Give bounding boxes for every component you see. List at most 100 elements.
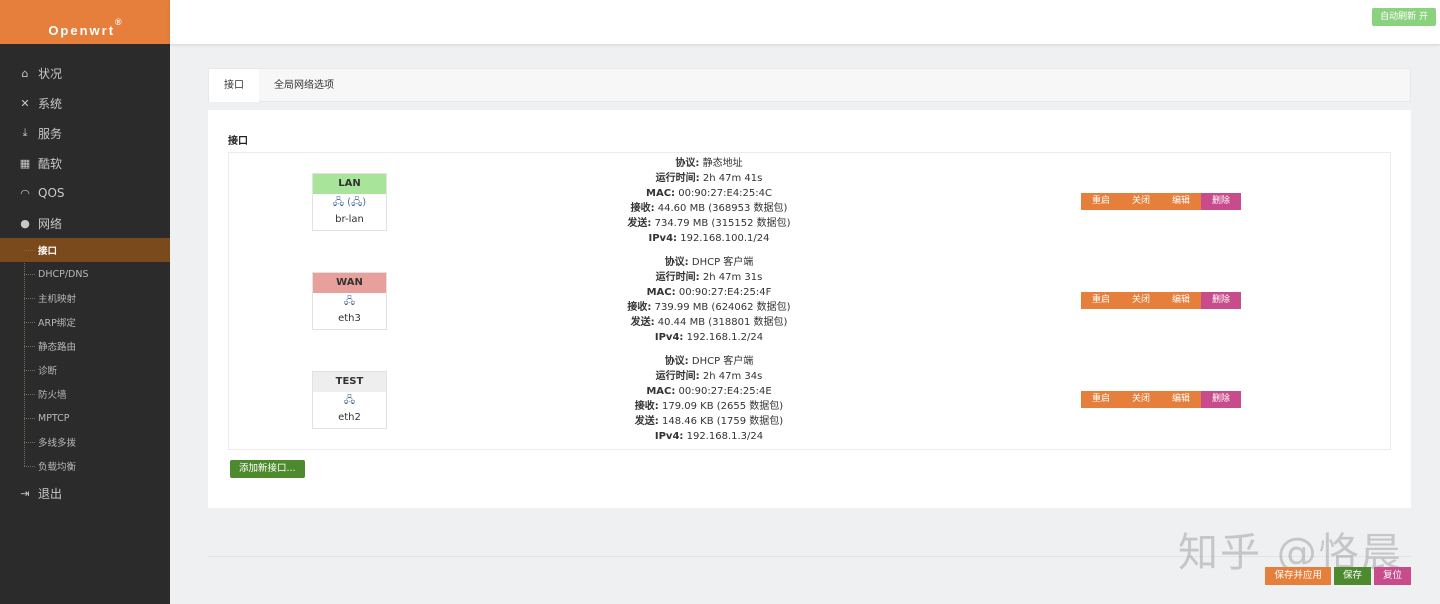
page-actions: 保存并应用 保存 复位 xyxy=(1265,567,1411,585)
table-row: WAN 🖧 eth3 协议: DHCP 客户端 运行时间: 2h 47m 31s… xyxy=(229,252,1390,351)
interface-info: 协议: 静态地址 运行时间: 2h 47m 41s MAC: 00:90:27:… xyxy=(479,156,939,246)
restart-button[interactable]: 重启 xyxy=(1081,193,1121,210)
sidebar-item-static-routes[interactable]: 静态路由 xyxy=(0,334,170,358)
interface-info: 协议: DHCP 客户端 运行时间: 2h 47m 31s MAC: 00:90… xyxy=(479,255,939,345)
tab-global-network-options[interactable]: 全局网络选项 xyxy=(259,69,349,102)
restart-button[interactable]: 重启 xyxy=(1081,391,1121,408)
interface-badge: WAN 🖧 eth3 xyxy=(312,272,387,330)
ipv4-label: IPv4: xyxy=(654,332,684,343)
sidebar-item-arp-binding[interactable]: ARP绑定 xyxy=(0,310,170,334)
mac-value: 00:90:27:E4:25:4C xyxy=(678,188,772,199)
uptime-label: 运行时间: xyxy=(655,272,700,283)
sidebar-item-host-mapping[interactable]: 主机映射 xyxy=(0,286,170,310)
sidebar-item-dhcp-dns[interactable]: DHCP/DNS xyxy=(0,262,170,286)
sidebar-item-firewall[interactable]: 防火墙 xyxy=(0,382,170,406)
sidebar-item-label: QOS xyxy=(38,186,65,200)
uptime-value: 2h 47m 41s xyxy=(702,173,763,184)
ipv4-value: 192.168.100.1/24 xyxy=(680,233,770,244)
globe-icon: ● xyxy=(20,216,30,230)
sidebar-item-label: 服务 xyxy=(38,126,63,141)
sidebar: Openwrt® ⌂ 状况 ✕ 系统 ⤓ 服务 ▦ 酷软 ◠ QOS ● 网络 … xyxy=(0,0,170,604)
sidebar-item-multiwan-dial[interactable]: 多线多拨 xyxy=(0,430,170,454)
uptime-label: 运行时间: xyxy=(655,371,700,382)
restart-button[interactable]: 重启 xyxy=(1081,292,1121,309)
auto-refresh-toggle[interactable]: 自动刷新 开 xyxy=(1372,8,1436,26)
sidebar-item-status[interactable]: ⌂ 状况 xyxy=(0,58,170,88)
mac-label: MAC: xyxy=(646,287,676,298)
interface-name: TEST xyxy=(313,372,386,392)
mac-value: 00:90:27:E4:25:4E xyxy=(678,386,772,397)
edit-button[interactable]: 编辑 xyxy=(1161,193,1201,210)
logout-icon: ⇥ xyxy=(20,486,30,500)
tx-value: 148.46 KB (1759 数据包) xyxy=(661,416,784,427)
sidebar-item-diagnostics[interactable]: 诊断 xyxy=(0,358,170,382)
sidebar-item-label: 退出 xyxy=(38,486,63,501)
sidebar-item-label: 网络 xyxy=(38,216,63,231)
network-submenu: 接口 DHCP/DNS 主机映射 ARP绑定 静态路由 诊断 防火墙 MPTCP… xyxy=(0,238,170,478)
calendar-icon: ▦ xyxy=(19,156,31,170)
sidebar-item-network[interactable]: ● 网络 xyxy=(0,208,170,238)
interface-name: LAN xyxy=(313,174,386,194)
tx-label: 发送: xyxy=(627,218,652,229)
table-row: TEST 🖧 eth2 协议: DHCP 客户端 运行时间: 2h 47m 34… xyxy=(229,351,1390,450)
rx-value: 179.09 KB (2655 数据包) xyxy=(661,401,784,412)
sidebar-item-system[interactable]: ✕ 系统 xyxy=(0,88,170,118)
sidebar-item-interfaces[interactable]: 接口 xyxy=(0,238,170,262)
interface-device: eth2 xyxy=(338,412,361,423)
interfaces-table: LAN 🖧 (🖧) br-lan 协议: 静态地址 运行时间: 2h 47m 4… xyxy=(228,152,1391,450)
stop-button[interactable]: 关闭 xyxy=(1121,292,1161,309)
protocol-label: 协议: xyxy=(664,257,689,268)
ethernet-icon: 🖧 (🖧) xyxy=(332,197,367,208)
protocol-value: 静态地址 xyxy=(702,158,743,169)
ethernet-icon: 🖧 xyxy=(343,395,356,406)
brand-logo[interactable]: Openwrt® xyxy=(0,0,170,44)
mac-value: 00:90:27:E4:25:4F xyxy=(678,287,772,298)
stop-button[interactable]: 关闭 xyxy=(1121,193,1161,210)
interface-info: 协议: DHCP 客户端 运行时间: 2h 47m 34s MAC: 00:90… xyxy=(479,354,939,444)
delete-button[interactable]: 删除 xyxy=(1201,193,1241,210)
tab-interfaces[interactable]: 接口 xyxy=(209,69,259,102)
delete-button[interactable]: 删除 xyxy=(1201,391,1241,408)
home-icon: ⌂ xyxy=(21,66,29,80)
download-icon: ⤓ xyxy=(22,126,28,139)
rx-label: 接收: xyxy=(630,203,655,214)
sidebar-item-label: 系统 xyxy=(38,96,63,111)
ipv4-value: 192.168.1.3/24 xyxy=(686,431,764,442)
protocol-label: 协议: xyxy=(675,158,700,169)
sidebar-item-load-balancing[interactable]: 负载均衡 xyxy=(0,454,170,478)
sidebar-item-services[interactable]: ⤓ 服务 xyxy=(0,118,170,148)
delete-button[interactable]: 删除 xyxy=(1201,292,1241,309)
stop-button[interactable]: 关闭 xyxy=(1121,391,1161,408)
interface-badge: TEST 🖧 eth2 xyxy=(312,371,387,429)
tools-icon: ✕ xyxy=(20,96,30,110)
ipv4-label: IPv4: xyxy=(654,431,684,442)
protocol-label: 协议: xyxy=(664,356,689,367)
main-menu: ⌂ 状况 ✕ 系统 ⤓ 服务 ▦ 酷软 ◠ QOS ● 网络 接口 DHCP/D… xyxy=(0,44,170,508)
sidebar-item-apps[interactable]: ▦ 酷软 xyxy=(0,148,170,178)
section-title: 接口 xyxy=(228,136,248,147)
tx-label: 发送: xyxy=(634,416,659,427)
top-header: 自动刷新 开 xyxy=(170,0,1440,44)
interface-device: br-lan xyxy=(335,214,364,225)
save-apply-button[interactable]: 保存并应用 xyxy=(1265,567,1331,585)
rx-value: 44.60 MB (368953 数据包) xyxy=(657,203,788,214)
save-button[interactable]: 保存 xyxy=(1333,567,1371,585)
edit-button[interactable]: 编辑 xyxy=(1161,391,1201,408)
sidebar-item-qos[interactable]: ◠ QOS xyxy=(0,178,170,208)
row-actions: 重启 关闭 编辑 删除 xyxy=(1081,391,1241,408)
reset-button[interactable]: 复位 xyxy=(1373,567,1411,585)
interface-device: eth3 xyxy=(338,313,361,324)
brand-name: Openwrt xyxy=(48,23,116,38)
protocol-value: DHCP 客户端 xyxy=(691,257,754,268)
interface-badge: LAN 🖧 (🖧) br-lan xyxy=(312,173,387,231)
ethernet-icon: 🖧 xyxy=(343,296,356,307)
sidebar-item-mptcp[interactable]: MPTCP xyxy=(0,406,170,430)
add-interface-button[interactable]: 添加新接口... xyxy=(230,460,305,478)
edit-button[interactable]: 编辑 xyxy=(1161,292,1201,309)
tx-value: 40.44 MB (318801 数据包) xyxy=(657,317,788,328)
rx-value: 739.99 MB (624062 数据包) xyxy=(654,302,791,313)
tab-bar: 接口 全局网络选项 xyxy=(208,68,1411,102)
gauge-icon: ◠ xyxy=(20,186,30,200)
sidebar-item-logout[interactable]: ⇥ 退出 xyxy=(0,478,170,508)
mac-label: MAC: xyxy=(646,386,676,397)
